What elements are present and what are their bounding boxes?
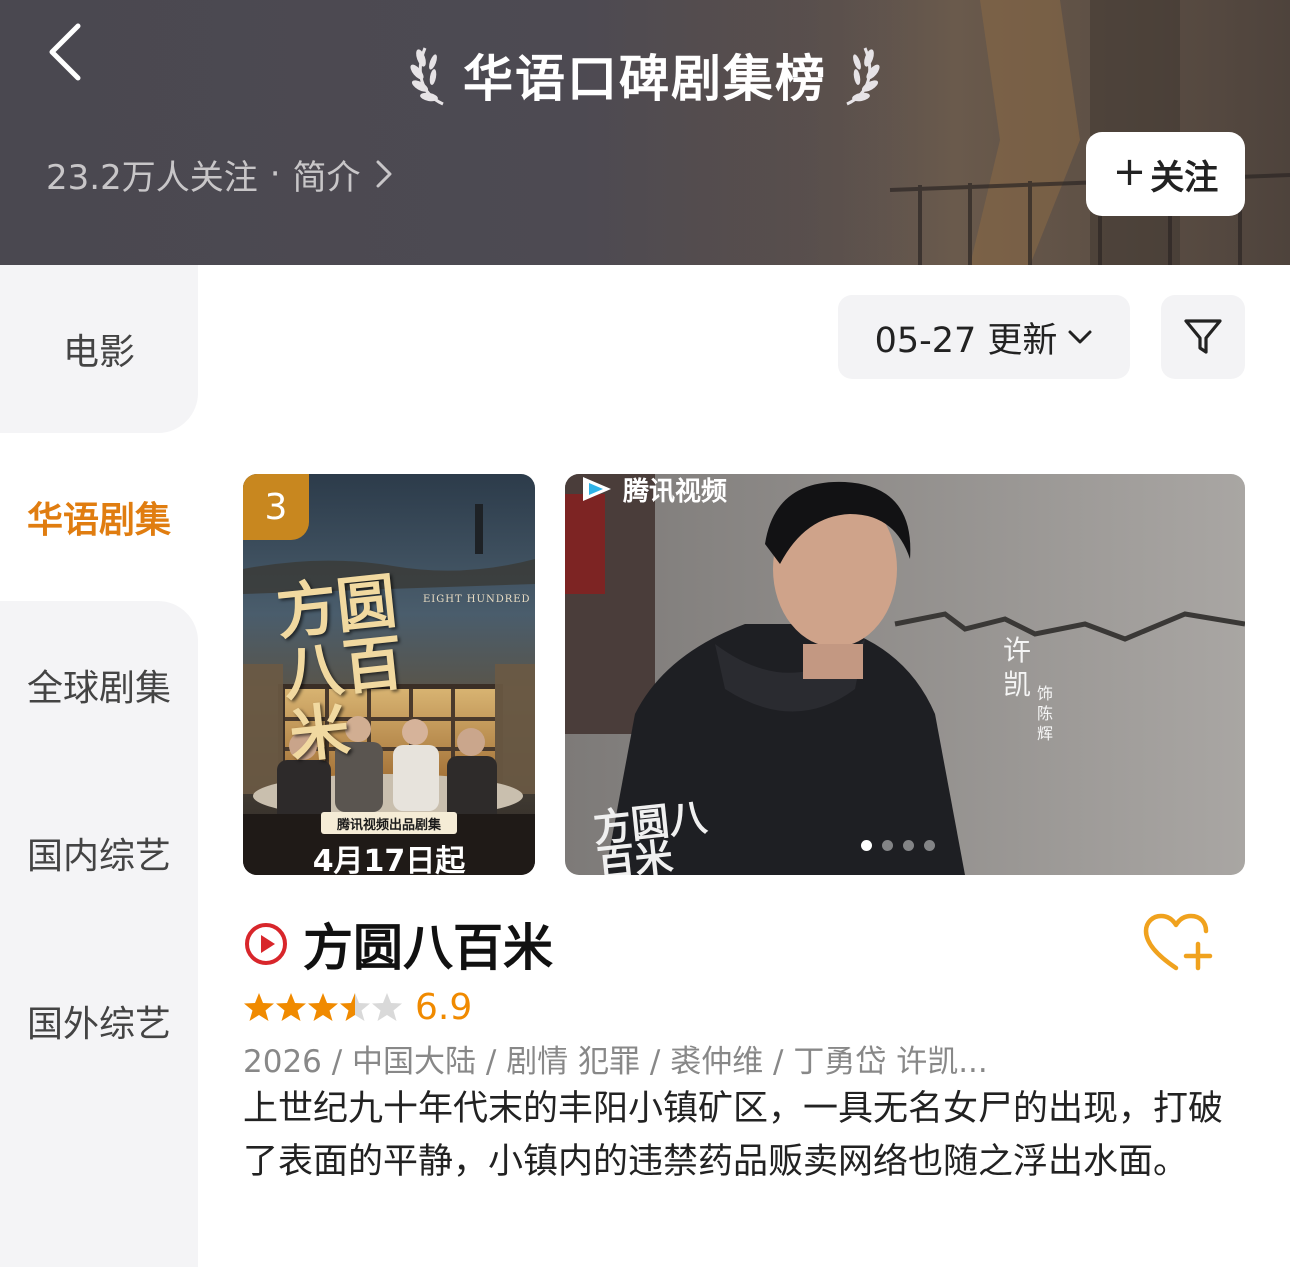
- carousel-dot[interactable]: [924, 840, 935, 851]
- rank-badge: 3: [243, 474, 309, 540]
- show-still-carousel[interactable]: 腾讯视频 许凯 饰陈辉 方圆八百米: [565, 474, 1245, 875]
- follow-button[interactable]: + 关注: [1086, 132, 1245, 216]
- star-icon: [372, 993, 402, 1021]
- platform-watermark: 腾讯视频: [579, 474, 727, 507]
- sidebar-filler: [0, 1102, 198, 1267]
- carousel-indicator: [861, 840, 935, 851]
- title-row: 华语口碑剧集榜: [0, 30, 1290, 120]
- cast-role: 饰陈辉: [1037, 684, 1054, 743]
- star-icon: [276, 993, 306, 1021]
- filter-button[interactable]: [1161, 295, 1245, 379]
- header: 华语口碑剧集榜 23.2万人关注 · 简介 + 关注: [0, 0, 1290, 265]
- show-meta: 2026 / 中国大陆 / 剧情 犯罪 / 裘仲维 / 丁勇岱 许凯...: [243, 1044, 988, 1080]
- heart-add-icon[interactable]: [1142, 912, 1214, 974]
- play-icon[interactable]: [243, 921, 289, 967]
- page-title: 华语口碑剧集榜: [463, 50, 827, 108]
- separator: ·: [269, 154, 281, 194]
- star-icon: [308, 993, 338, 1021]
- filter-icon: [1184, 319, 1222, 354]
- plus-icon: +: [1112, 149, 1147, 195]
- carousel-dot[interactable]: [903, 840, 914, 851]
- intro-link[interactable]: 简介: [293, 150, 393, 199]
- show-title-row[interactable]: 方圆八百米: [243, 912, 553, 977]
- sidebar-item-movies[interactable]: 电影: [0, 265, 198, 433]
- cast-name: 许凯: [1003, 634, 1032, 701]
- star-icon: [340, 993, 370, 1021]
- rating-score: 6.9: [415, 986, 473, 1028]
- star-rating: [243, 991, 403, 1023]
- sidebar-item-domestic-variety[interactable]: 国内综艺: [0, 769, 198, 937]
- update-date-label: 05-27 更新: [874, 320, 1058, 361]
- rating-row: 6.9: [243, 985, 472, 1029]
- update-date-dropdown[interactable]: 05-27 更新: [838, 295, 1130, 379]
- sidebar-item-label: 国内综艺: [26, 836, 171, 877]
- star-icon: [244, 993, 274, 1021]
- laurel-left-icon: [410, 47, 444, 106]
- sidebar-item-label: 国外综艺: [26, 1004, 171, 1045]
- follower-count: 23.2万人关注: [46, 157, 258, 198]
- platform-name: 腾讯视频: [623, 476, 728, 507]
- laurel-right-icon: [846, 47, 880, 106]
- sidebar-item-global-series[interactable]: 全球剧集: [0, 601, 198, 769]
- carousel-dot[interactable]: [861, 840, 872, 851]
- poster-title-english: EIGHT HUNDRED: [423, 594, 531, 605]
- intro-label: 简介: [292, 157, 361, 198]
- still-title-logo: 方圆八百米: [591, 794, 710, 875]
- follow-label: 关注: [1150, 157, 1219, 198]
- poster-date: 4月17日起: [312, 844, 466, 875]
- sidebar-item-label: 华语剧集: [26, 500, 171, 541]
- sidebar-item-foreign-variety[interactable]: 国外综艺: [0, 937, 198, 1105]
- sidebar-item-label: 全球剧集: [26, 668, 171, 709]
- poster-tag: 腾讯视频出品剧集: [321, 812, 457, 834]
- sidebar-item-label: 电影: [62, 332, 135, 373]
- show-description: 上世纪九十年代末的丰阳小镇矿区，一具无名女尸的出现，打破了表面的平静，小镇内的违…: [243, 1089, 1224, 1182]
- show-title[interactable]: 方圆八百米: [303, 908, 553, 980]
- chevron-right-icon: [376, 160, 392, 188]
- carousel-dot[interactable]: [882, 840, 893, 851]
- chevron-down-icon: [1068, 330, 1092, 344]
- tencent-video-logo-icon: [583, 477, 611, 501]
- show-poster[interactable]: 方圆八百米 EIGHT HUNDRED 3 腾讯视频出品剧集 4月17日起: [243, 474, 535, 875]
- sidebar-item-chinese-series[interactable]: 华语剧集: [0, 433, 198, 601]
- subtitle-row: 23.2万人关注 · 简介: [46, 150, 393, 198]
